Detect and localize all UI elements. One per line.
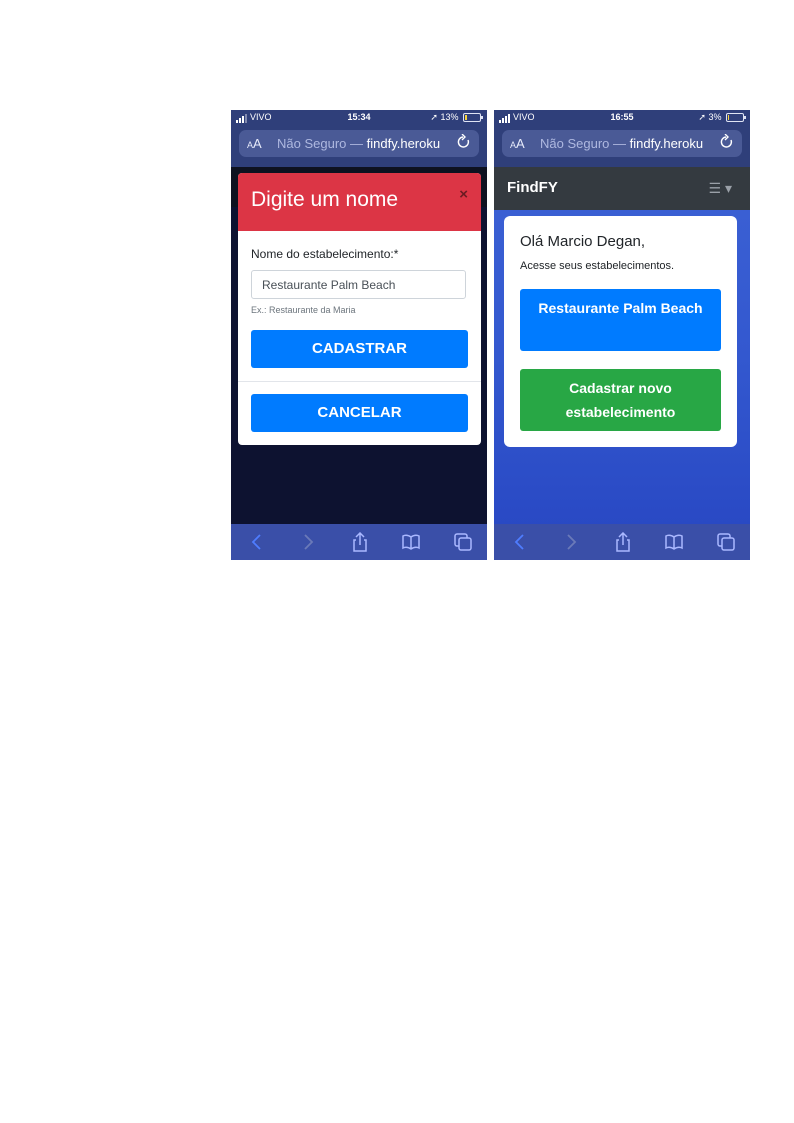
add-establishment-button[interactable]: Cadastrar novo estabelecimento: [520, 369, 721, 431]
status-right: ➚ 3%: [698, 112, 746, 123]
back-icon[interactable]: [510, 532, 530, 552]
safari-toolbar: [231, 524, 487, 560]
tabs-icon[interactable]: [453, 532, 473, 552]
location-icon: ➚: [698, 112, 706, 122]
modal-divider: [238, 381, 481, 382]
battery-percent: 13%: [440, 112, 459, 122]
back-icon[interactable]: [247, 532, 267, 552]
establishment-name-label: Nome do estabelecimento:*: [251, 247, 399, 261]
establishment-name-input[interactable]: [251, 270, 466, 299]
battery-icon: [463, 113, 483, 123]
forward-icon[interactable]: [561, 532, 581, 552]
bookmarks-icon[interactable]: [401, 532, 421, 552]
safari-chrome: VIVO 15:34 ➚ 13% AA Não Seguro — findfy.…: [231, 110, 487, 167]
name-modal: Digite um nome × Nome do estabelecimento…: [238, 173, 481, 445]
card-subtext: Acesse seus estabelecimentos.: [520, 260, 675, 272]
submit-button[interactable]: CADASTRAR: [251, 330, 468, 368]
establishment-button[interactable]: Restaurante Palm Beach: [520, 289, 721, 351]
reload-icon[interactable]: [720, 133, 734, 153]
close-icon[interactable]: ×: [459, 186, 468, 203]
share-icon[interactable]: [613, 532, 633, 552]
battery-percent: 3%: [708, 112, 722, 122]
establishments-card: Olá Marcio Degan, Acesse seus estabeleci…: [504, 216, 737, 447]
address-url: Não Seguro — findfy.heroku: [540, 136, 704, 151]
brand-logo[interactable]: FindFY: [507, 179, 558, 196]
safari-toolbar: [494, 524, 750, 560]
cancel-button[interactable]: CANCELAR: [251, 394, 468, 432]
phone-screenshot-modal: VIVO 15:34 ➚ 13% AA Não Seguro — findfy.…: [231, 110, 487, 560]
forward-icon[interactable]: [298, 532, 318, 552]
status-bar: VIVO 15:34 ➚ 13%: [231, 110, 487, 126]
share-icon[interactable]: [350, 532, 370, 552]
app-navbar: FindFY ☰ ▾: [494, 167, 750, 210]
address-bar[interactable]: AA Não Seguro — findfy.heroku: [502, 130, 742, 157]
reader-text-size-button[interactable]: AA: [247, 136, 262, 151]
reload-icon[interactable]: [457, 133, 471, 153]
address-bar[interactable]: AA Não Seguro — findfy.heroku: [239, 130, 479, 157]
greeting-text: Olá Marcio Degan,: [520, 233, 646, 250]
location-icon: ➚: [430, 112, 438, 122]
status-right: ➚ 13%: [430, 112, 483, 123]
modal-header: Digite um nome ×: [238, 173, 481, 231]
reader-text-size-button[interactable]: AA: [510, 136, 525, 151]
modal-title: Digite um nome: [251, 188, 399, 211]
field-help-text: Ex.: Restaurante da Maria: [251, 305, 356, 315]
status-bar: VIVO 16:55 ➚ 3%: [494, 110, 750, 126]
bookmarks-icon[interactable]: [664, 532, 684, 552]
tabs-icon[interactable]: [716, 532, 736, 552]
battery-icon: [726, 113, 746, 123]
address-url: Não Seguro — findfy.heroku: [277, 136, 441, 151]
hamburger-dropdown-icon[interactable]: ☰ ▾: [709, 180, 732, 197]
safari-chrome: VIVO 16:55 ➚ 3% AA Não Seguro — findfy.h…: [494, 110, 750, 167]
phone-screenshot-dashboard: VIVO 16:55 ➚ 3% AA Não Seguro — findfy.h…: [494, 110, 750, 560]
